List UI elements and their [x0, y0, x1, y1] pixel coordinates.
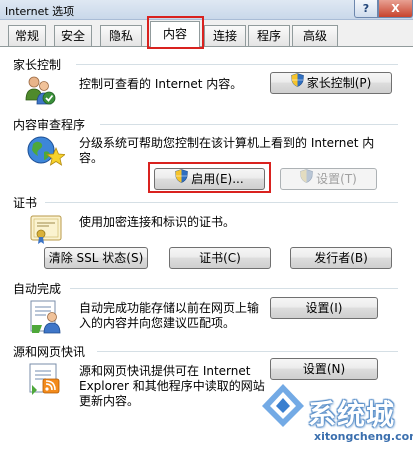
autocomplete-description-line1: 自动完成功能存储以前在网页上输	[79, 301, 260, 315]
uac-shield-icon	[175, 168, 189, 189]
certificates-section-title: 证书	[13, 194, 42, 211]
tab-advanced[interactable]: 高级	[292, 25, 338, 46]
certificate-icon	[29, 212, 63, 249]
parental-section-title: 家长控制	[13, 56, 66, 73]
feeds-section-title: 源和网页快讯	[13, 343, 90, 360]
publishers-button[interactable]: 发行者(B)	[290, 247, 392, 269]
autocomplete-description-line2: 入的内容并向您建议匹配项。	[79, 316, 236, 330]
autocomplete-settings-button[interactable]: 设置(I)	[270, 297, 378, 319]
autocomplete-form-icon	[28, 299, 64, 338]
enable-button-label: 启用(E)...	[191, 172, 244, 186]
tab-privacy[interactable]: 隐私	[100, 25, 142, 46]
advisor-settings-button[interactable]: 设置(T)	[280, 168, 377, 190]
tab-programs[interactable]: 程序	[248, 25, 290, 46]
tab-security[interactable]: 安全	[54, 25, 92, 46]
feeds-description-line1: 源和网页快讯提供可在 Internet	[79, 364, 251, 378]
uac-shield-icon	[290, 72, 304, 93]
feeds-settings-button[interactable]: 设置(N)	[270, 358, 378, 380]
certificates-button[interactable]: 证书(C)	[169, 247, 271, 269]
tab-connections[interactable]: 连接	[204, 25, 246, 46]
section-divider	[76, 64, 398, 65]
uac-shield-icon	[300, 168, 313, 189]
watermark-logo-icon	[258, 380, 308, 433]
feeds-icon	[28, 361, 62, 398]
section-divider	[70, 288, 398, 289]
advisor-description-line1: 分级系统可帮助您控制在该计算机上看到的 Internet 内	[79, 136, 375, 150]
content-advisor-icon	[25, 132, 67, 171]
advisor-settings-button-label: 设置(T)	[316, 172, 357, 186]
window-title: Internet 选项	[5, 5, 75, 18]
tab-general[interactable]: 常规	[8, 25, 46, 46]
family-users-icon	[23, 74, 57, 111]
title-bar: Internet 选项 ? X	[0, 0, 413, 20]
watermark-site-name: 系统城	[308, 398, 396, 431]
tab-content[interactable]: 内容	[150, 21, 200, 47]
enable-button[interactable]: 启用(E)...	[154, 168, 265, 190]
autocomplete-section-title: 自动完成	[13, 280, 66, 297]
section-divider	[97, 351, 398, 352]
clear-ssl-state-button[interactable]: 清除 SSL 状态(S)	[44, 247, 148, 269]
section-divider	[100, 124, 398, 125]
feeds-description-line2: Explorer 和其他程序中读取的网站	[79, 379, 265, 393]
advisor-description-line2: 容。	[79, 151, 104, 165]
content-panel: 家长控制 控制可查看的 Internet 内容。 家长控制(P) 内容审查程序	[0, 46, 413, 449]
parental-description: 控制可查看的 Internet 内容。	[79, 77, 243, 91]
feeds-description-line3: 更新内容。	[79, 394, 140, 408]
watermark-site-url: xitongcheng.com	[314, 430, 413, 443]
help-button[interactable]: ?	[354, 0, 378, 18]
advisor-section-title: 内容审查程序	[13, 116, 90, 133]
parental-controls-button[interactable]: 家长控制(P)	[270, 72, 392, 94]
tab-strip: 常规 安全 隐私 内容 连接 程序 高级	[0, 20, 413, 47]
certificates-description: 使用加密连接和标识的证书。	[79, 215, 236, 229]
close-button[interactable]: X	[378, 0, 413, 18]
parental-controls-button-label: 家长控制(P)	[306, 76, 372, 90]
section-divider	[45, 202, 398, 203]
